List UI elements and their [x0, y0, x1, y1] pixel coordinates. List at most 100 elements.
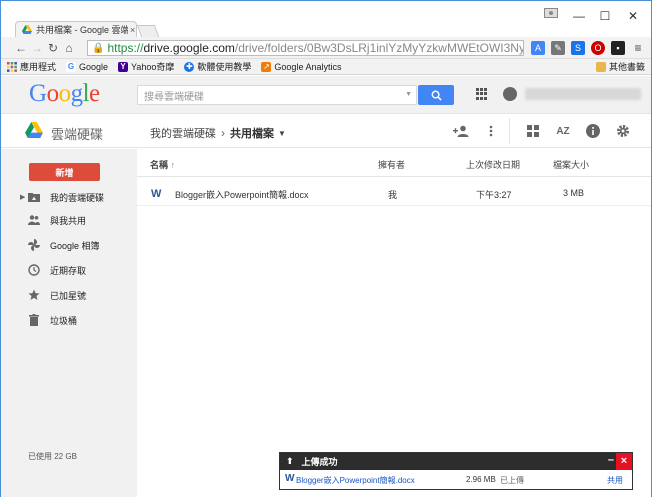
- sort-options-icon[interactable]: AZ: [555, 123, 571, 139]
- logo-letter: o: [58, 80, 72, 107]
- breadcrumb-current[interactable]: 共用檔案: [230, 125, 274, 141]
- sidebar-item-label: 已加星號: [50, 290, 87, 301]
- column-header-name-label: 名稱: [150, 160, 169, 170]
- file-name: Blogger嵌入Powerpoint簡報.docx: [175, 190, 309, 200]
- sidebar-item-my-drive[interactable]: ▶ 我的雲端硬碟: [1, 189, 137, 205]
- sidebar-item-trash[interactable]: 垃圾桶: [1, 312, 137, 328]
- expand-arrow-icon[interactable]: ▶: [20, 193, 25, 201]
- toolbar-divider: [509, 118, 510, 144]
- search-button[interactable]: [418, 85, 454, 105]
- google-apps-icon[interactable]: [476, 88, 488, 100]
- column-header-modified[interactable]: 上次修改日期: [466, 158, 520, 171]
- account-info[interactable]: [525, 88, 641, 100]
- uploaded-file-name[interactable]: Blogger嵌入Powerpoint簡報.docx: [296, 475, 415, 486]
- other-bookmarks[interactable]: 其他書籤: [595, 60, 645, 73]
- grid-view-icon[interactable]: [525, 123, 541, 139]
- drive-product-name: 雲端硬碟: [51, 127, 104, 142]
- table-row[interactable]: W Blogger嵌入Powerpoint簡報.docx 我 下午3:27 3 …: [137, 178, 651, 206]
- other-bookmarks-label: 其他書籤: [608, 62, 645, 72]
- tab-title: 共用檔案 - Google 雲端硬碟: [36, 25, 128, 35]
- search-options-dropdown-icon[interactable]: ▼: [405, 91, 412, 98]
- search-placeholder: 搜尋雲端硬碟: [144, 91, 204, 103]
- drive-logo-icon[interactable]: [25, 122, 43, 138]
- sidebar-item-label: 我的雲端硬碟: [50, 192, 105, 203]
- breadcrumb: 我的雲端硬碟 › 共用檔案 ▼: [150, 125, 286, 141]
- drive-folder-icon: [28, 191, 40, 203]
- bookmark-label: Google Analytics: [274, 61, 342, 72]
- upload-panel-header: ⬆ 上傳成功 – ×: [280, 453, 632, 470]
- settings-gear-icon[interactable]: [615, 123, 631, 139]
- drive-favicon-icon: [22, 25, 32, 34]
- bookmarks-bar: 應用程式 G Google Y Yahoo奇摩 ✚ 軟體使用教學 ↗ Googl…: [1, 59, 651, 75]
- file-list: 名稱 ↑ 擁有者 上次修改日期 檔案大小 W Blogger嵌入Powerpoi…: [137, 149, 651, 497]
- analytics-icon: ↗: [261, 61, 272, 72]
- logo-letter: g: [70, 80, 84, 107]
- column-header-size[interactable]: 檔案大小: [553, 158, 589, 171]
- address-bar[interactable]: 🔒 https:// drive.google.com /drive/folde…: [87, 40, 524, 56]
- bookmark-item[interactable]: ↗ Google Analytics: [261, 61, 342, 72]
- breadcrumb-root[interactable]: 我的雲端硬碟: [150, 125, 216, 141]
- storage-usage[interactable]: 已使用 22 GB: [28, 451, 77, 462]
- capture-extension-icon[interactable]: ▪: [611, 41, 625, 55]
- trash-icon: [28, 314, 40, 326]
- search-icon: [431, 90, 442, 101]
- logo-letter: o: [46, 80, 60, 107]
- upload-list-item[interactable]: W Blogger嵌入Powerpoint簡報.docx 2.96 MB 已上傳…: [280, 470, 632, 489]
- translate-extension-icon[interactable]: A: [531, 41, 545, 55]
- brush-extension-icon[interactable]: ✎: [551, 41, 565, 55]
- sidebar-item-label: 近期存取: [50, 265, 87, 276]
- sidebar-item-google-photos[interactable]: Google 相簿: [1, 237, 137, 253]
- apps-grid-icon: [7, 61, 17, 72]
- reload-icon[interactable]: ↻: [45, 41, 61, 55]
- tab-close-icon[interactable]: ×: [130, 25, 135, 35]
- maximize-window-icon[interactable]: ☐: [595, 9, 615, 23]
- file-size: 3 MB: [563, 188, 585, 198]
- bookmark-item[interactable]: G Google: [66, 61, 109, 72]
- minimize-window-icon[interactable]: —: [569, 9, 589, 23]
- sidebar-item-starred[interactable]: 已加星號: [1, 287, 137, 303]
- opera-extension-icon[interactable]: O: [591, 41, 605, 55]
- notifications-icon[interactable]: [503, 87, 517, 101]
- upload-arrow-icon: ⬆: [286, 456, 294, 466]
- bookmark-item[interactable]: Y Yahoo奇摩: [118, 60, 174, 73]
- drive-search-input[interactable]: 搜尋雲端硬碟 ▼: [137, 85, 417, 105]
- snip-extension-icon[interactable]: S: [571, 41, 585, 55]
- share-add-person-icon[interactable]: [453, 123, 469, 139]
- sidebar-item-shared-with-me[interactable]: 與我共用: [1, 212, 137, 228]
- sort-ascending-icon: ↑: [170, 160, 176, 170]
- folder-menu-caret-icon[interactable]: ▼: [278, 129, 286, 138]
- sidebar-item-recent[interactable]: 近期存取: [1, 262, 137, 278]
- close-window-icon[interactable]: ✕: [623, 9, 643, 23]
- file-modified: 下午3:27: [476, 190, 512, 200]
- new-button[interactable]: 新增: [29, 163, 100, 181]
- browser-tab[interactable]: 共用檔案 - Google 雲端硬碟 ×: [15, 21, 137, 37]
- column-header-name[interactable]: 名稱 ↑: [150, 158, 175, 171]
- google-logo[interactable]: Google: [29, 80, 100, 108]
- google-header: Google 搜尋雲端硬碟 ▼: [1, 76, 651, 114]
- home-icon[interactable]: ⌂: [61, 41, 77, 55]
- sidebar-item-label: 垃圾桶: [50, 315, 78, 326]
- bookmark-item[interactable]: ✚ 軟體使用教學: [184, 60, 251, 73]
- upload-status-panel: ⬆ 上傳成功 – × W Blogger嵌入Powerpoint簡報.docx …: [279, 452, 633, 490]
- google-g-icon: G: [66, 61, 77, 72]
- share-link[interactable]: 共用: [607, 475, 623, 486]
- new-tab-button[interactable]: [136, 25, 160, 37]
- url-scheme: https://: [107, 41, 144, 55]
- minimize-panel-icon[interactable]: –: [608, 454, 614, 466]
- user-profile-icon[interactable]: [541, 7, 561, 21]
- forward-arrow-icon[interactable]: →: [29, 41, 45, 55]
- info-icon[interactable]: [585, 123, 601, 139]
- back-arrow-icon[interactable]: ←: [13, 41, 29, 55]
- column-header-owner[interactable]: 擁有者: [378, 158, 405, 171]
- bookmark-label: Google: [79, 61, 109, 72]
- menu-icon[interactable]: ≡: [631, 41, 645, 55]
- file-list-header: 名稱 ↑ 擁有者 上次修改日期 檔案大小: [137, 149, 651, 177]
- lock-icon: 🔒: [92, 42, 105, 54]
- bookmark-item[interactable]: 應用程式: [7, 60, 56, 73]
- star-icon: [28, 289, 40, 301]
- more-actions-icon[interactable]: [483, 123, 499, 139]
- tutorial-icon: ✚: [184, 61, 195, 72]
- logo-letter: G: [29, 80, 47, 107]
- upload-panel-title: 上傳成功: [301, 457, 338, 467]
- close-panel-icon[interactable]: ×: [616, 453, 632, 470]
